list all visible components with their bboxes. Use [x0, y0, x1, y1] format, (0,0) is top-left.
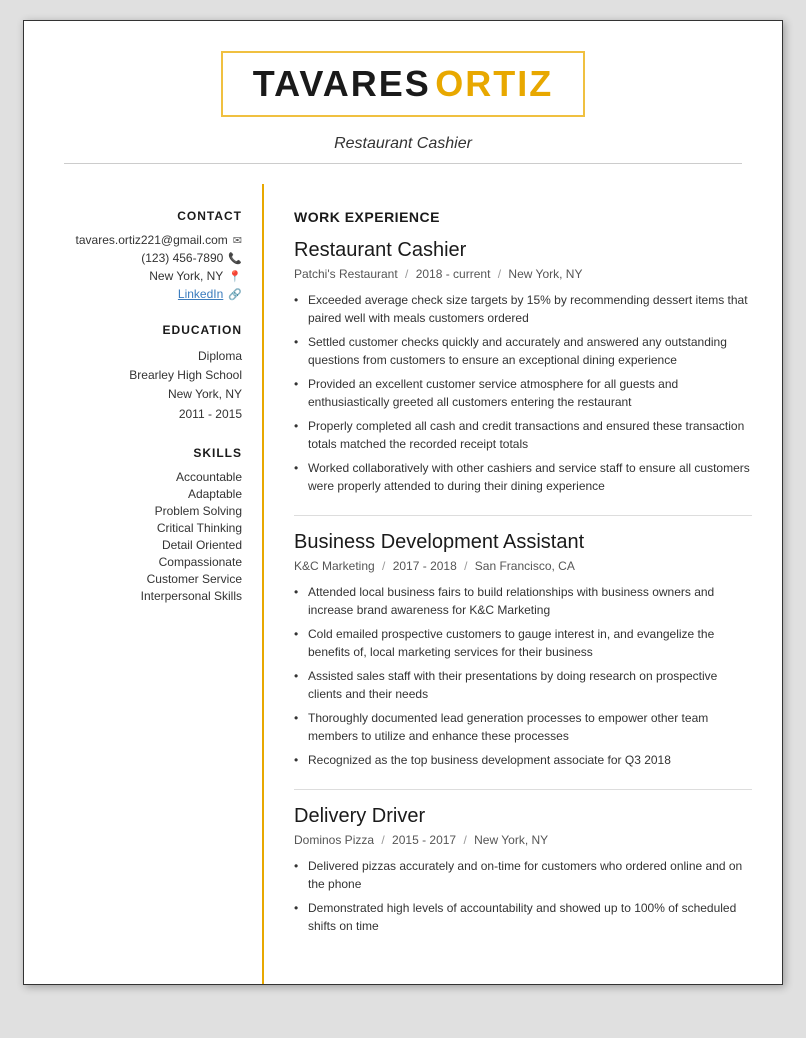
job-bullet-item: Cold emailed prospective customers to ga…: [294, 625, 752, 661]
job-bullet-item: Recognized as the top business developme…: [294, 751, 752, 769]
job-bullet-item: Demonstrated high levels of accountabili…: [294, 899, 752, 935]
jobs-list: Restaurant Cashier Patchi's Restaurant / …: [294, 239, 752, 935]
job-bullets: Delivered pizzas accurately and on-time …: [294, 857, 752, 935]
job-divider: [294, 515, 752, 516]
job-bullet-item: Properly completed all cash and credit t…: [294, 417, 752, 453]
first-name: TAVARES: [253, 63, 431, 104]
job-bullet-item: Assisted sales staff with their presenta…: [294, 667, 752, 703]
education-heading: EDUCATION: [49, 323, 242, 337]
skills-heading: SKILLS: [49, 446, 242, 460]
contact-phone: (123) 456-7890 📞: [49, 251, 242, 265]
job-divider: [294, 789, 752, 790]
header-section: TAVARES ORTIZ Restaurant Cashier: [24, 21, 782, 184]
job-bullet-item: Thoroughly documented lead generation pr…: [294, 709, 752, 745]
phone-label: (123) 456-7890: [141, 251, 223, 265]
skill-item: Problem Solving: [49, 504, 242, 518]
education-years: 2011 - 2015: [49, 405, 242, 424]
skill-item: Compassionate: [49, 555, 242, 569]
contact-location: New York, NY 📍: [49, 269, 242, 283]
job-block: Business Development Assistant K&C Market…: [294, 515, 752, 769]
job-bullet-item: Delivered pizzas accurately and on-time …: [294, 857, 752, 893]
skill-item: Interpersonal Skills: [49, 589, 242, 603]
work-experience-heading: WORK EXPERIENCE: [294, 209, 752, 225]
job-bullet-item: Exceeded average check size targets by 1…: [294, 291, 752, 327]
contact-section: CONTACT tavares.ortiz221@gmail.com ✉ (12…: [49, 209, 242, 301]
linkedin-link[interactable]: LinkedIn: [178, 287, 223, 301]
location-label: New York, NY: [149, 269, 223, 283]
contact-heading: CONTACT: [49, 209, 242, 223]
skills-section: SKILLS Accountable Adaptable Problem Solvi…: [49, 446, 242, 603]
job-title: Business Development Assistant: [294, 531, 752, 554]
education-school: Brearley High School: [49, 366, 242, 385]
contact-email: tavares.ortiz221@gmail.com ✉: [49, 233, 242, 247]
body-section: CONTACT tavares.ortiz221@gmail.com ✉ (12…: [24, 184, 782, 984]
education-degree: Diploma: [49, 347, 242, 366]
phone-icon: 📞: [228, 252, 242, 265]
skills-list: Accountable Adaptable Problem Solving Criti…: [49, 470, 242, 603]
email-icon: ✉: [233, 234, 242, 247]
left-column: CONTACT tavares.ortiz221@gmail.com ✉ (12…: [24, 184, 264, 984]
job-bullet-item: Attended local business fairs to build r…: [294, 583, 752, 619]
job-meta: Patchi's Restaurant / 2018 - current / N…: [294, 267, 752, 281]
job-bullet-item: Provided an excellent customer service a…: [294, 375, 752, 411]
right-column: WORK EXPERIENCE Restaurant Cashier Patchi…: [264, 184, 782, 984]
skill-item: Detail Oriented: [49, 538, 242, 552]
education-city: New York, NY: [49, 385, 242, 404]
job-title: Restaurant Cashier: [294, 239, 752, 262]
header-divider: [64, 163, 742, 164]
email-label: tavares.ortiz221@gmail.com: [76, 233, 228, 247]
job-block: Delivery Driver Dominos Pizza / 2015 - 20…: [294, 789, 752, 935]
job-meta: Dominos Pizza / 2015 - 2017 / New York, …: [294, 833, 752, 847]
education-section: EDUCATION Diploma Brearley High School N…: [49, 323, 242, 424]
job-bullets: Attended local business fairs to build r…: [294, 583, 752, 769]
last-name: ORTIZ: [435, 63, 553, 104]
name-box: TAVARES ORTIZ: [221, 51, 585, 117]
job-title-header: Restaurant Cashier: [64, 135, 742, 153]
skill-item: Critical Thinking: [49, 521, 242, 535]
job-bullet-item: Settled customer checks quickly and accu…: [294, 333, 752, 369]
contact-linkedin[interactable]: LinkedIn 🔗: [49, 287, 242, 301]
linkedin-icon: 🔗: [228, 288, 242, 301]
job-block: Restaurant Cashier Patchi's Restaurant / …: [294, 239, 752, 495]
resume-container: TAVARES ORTIZ Restaurant Cashier CONTACT…: [23, 20, 783, 985]
skill-item: Customer Service: [49, 572, 242, 586]
skill-item: Adaptable: [49, 487, 242, 501]
job-meta: K&C Marketing / 2017 - 2018 / San Franci…: [294, 559, 752, 573]
skill-item: Accountable: [49, 470, 242, 484]
job-title: Delivery Driver: [294, 805, 752, 828]
location-icon: 📍: [228, 270, 242, 283]
job-bullet-item: Worked collaboratively with other cashie…: [294, 459, 752, 495]
job-bullets: Exceeded average check size targets by 1…: [294, 291, 752, 495]
